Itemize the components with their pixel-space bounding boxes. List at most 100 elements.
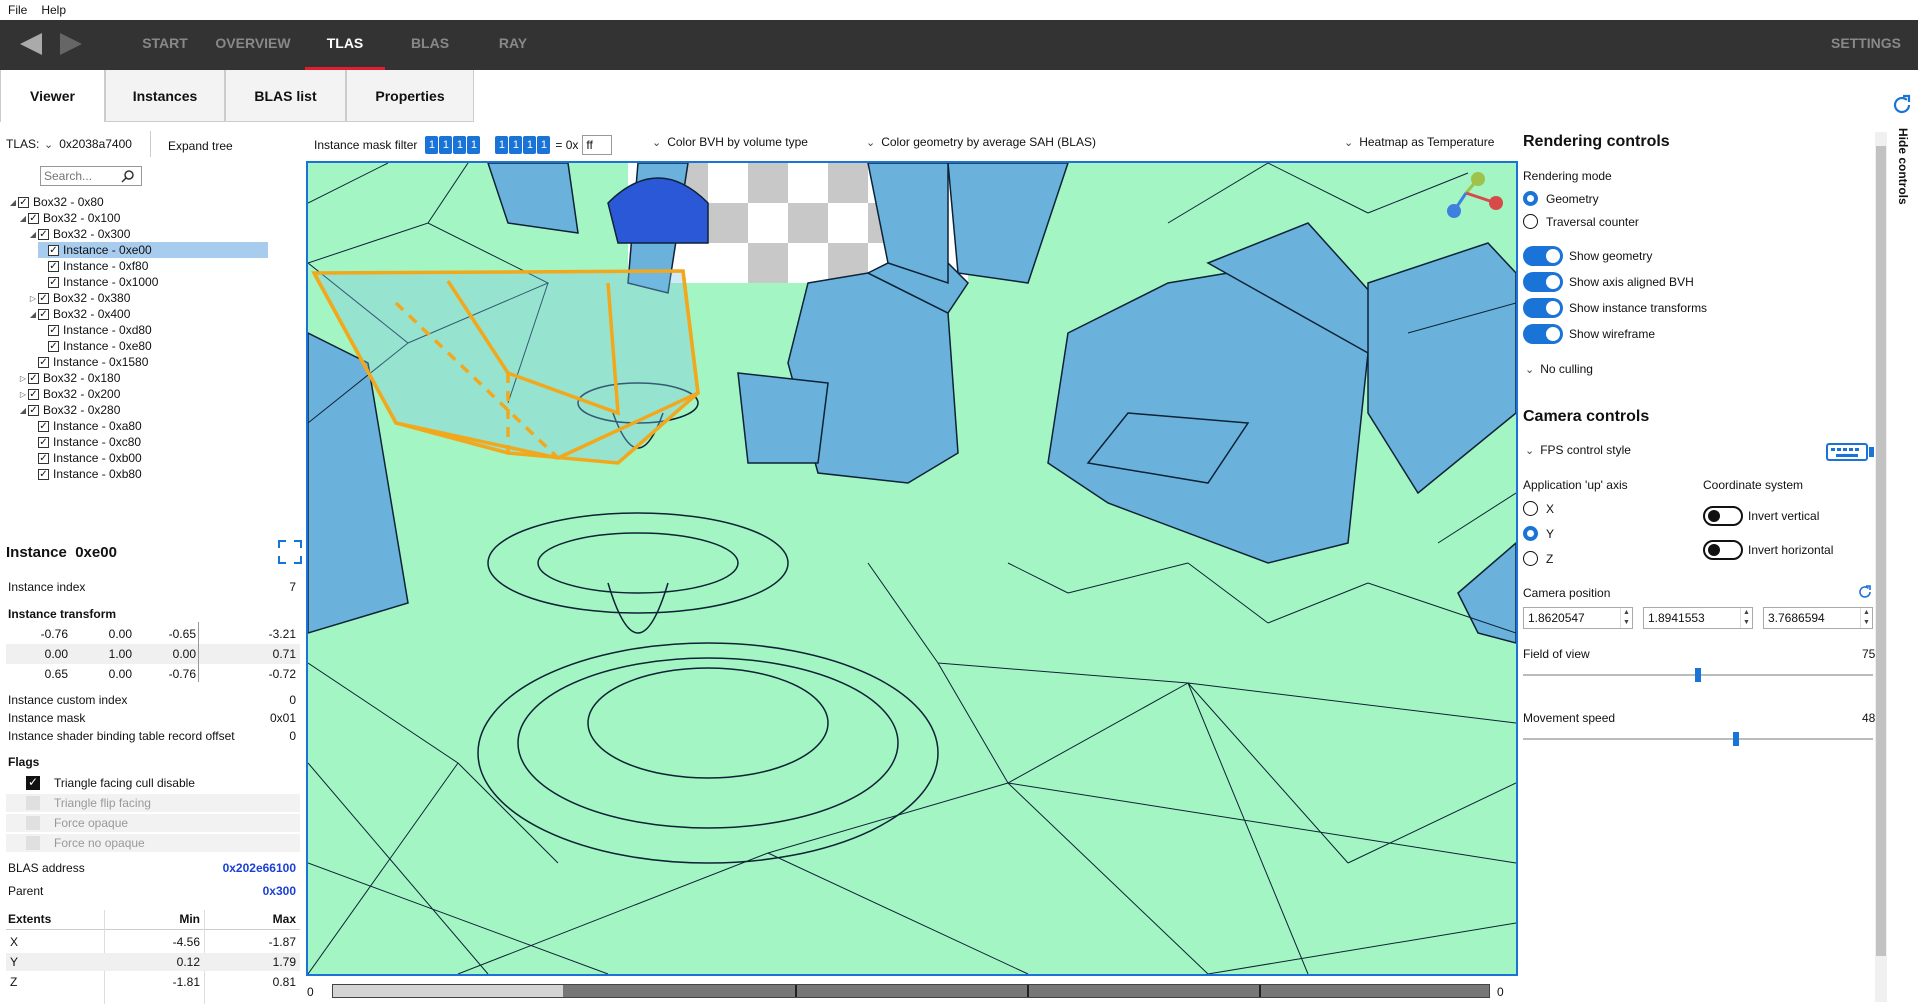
subtab-instances[interactable]: Instances bbox=[105, 70, 225, 122]
invert-vertical-toggle[interactable] bbox=[1703, 506, 1743, 526]
tree-item[interactable]: ◢ ✓ Box32 - 0x300 bbox=[28, 226, 130, 242]
color-bvh-dropdown[interactable]: ⌄ Color BVH by volume type bbox=[652, 135, 808, 149]
mask-bit[interactable]: 1 bbox=[523, 136, 537, 154]
tree-item-checkbox[interactable]: ✓ bbox=[48, 244, 59, 256]
reset-position-icon[interactable] bbox=[1857, 584, 1873, 600]
subtab-properties[interactable]: Properties bbox=[346, 70, 474, 122]
axis-y-radio[interactable] bbox=[1523, 526, 1538, 541]
search-input[interactable] bbox=[41, 169, 121, 183]
tree-item-checkbox[interactable]: ✓ bbox=[28, 212, 39, 224]
speed-slider-track[interactable] bbox=[1523, 738, 1873, 740]
tree-item[interactable]: ◢ ✓ Box32 - 0x280 bbox=[18, 402, 120, 418]
collapse-arrow-icon[interactable]: ▷ bbox=[18, 390, 28, 399]
tree-item-checkbox[interactable]: ✓ bbox=[48, 324, 59, 336]
mask-value-input[interactable]: ff bbox=[582, 135, 613, 155]
focus-instance-icon[interactable] bbox=[277, 539, 303, 565]
camera-position-y[interactable]: 1.8941553 ▲ ▼ bbox=[1643, 607, 1753, 629]
fov-slider-thumb[interactable] bbox=[1695, 668, 1701, 682]
subtab-blas-list[interactable]: BLAS list bbox=[225, 70, 346, 122]
spin-arrows-icon[interactable]: ▲ ▼ bbox=[1860, 608, 1872, 628]
parent-link[interactable]: 0x300 bbox=[263, 884, 296, 898]
control-style-dropdown[interactable]: ⌄ FPS control style bbox=[1525, 443, 1631, 457]
tree-item[interactable]: ✓ Instance - 0xc80 bbox=[28, 434, 141, 450]
hide-controls-button[interactable]: Hide controls bbox=[1892, 128, 1910, 208]
mask-bit[interactable]: 1 bbox=[453, 136, 467, 154]
keyboard-icon[interactable] bbox=[1826, 442, 1874, 462]
tree-item-checkbox[interactable]: ✓ bbox=[38, 308, 49, 320]
tree-item[interactable]: ✓ Instance - 0x1580 bbox=[28, 354, 148, 370]
tree-item-checkbox[interactable]: ✓ bbox=[48, 260, 59, 272]
tree-item-checkbox[interactable]: ✓ bbox=[28, 388, 39, 400]
tree-item-checkbox[interactable]: ✓ bbox=[38, 452, 49, 464]
expand-arrow-icon[interactable]: ◢ bbox=[18, 406, 28, 415]
expand-arrow-icon[interactable]: ◢ bbox=[18, 214, 28, 223]
tree-item[interactable]: ◢ ✓ Box32 - 0x80 bbox=[8, 194, 104, 210]
collapse-arrow-icon[interactable]: ▷ bbox=[18, 374, 28, 383]
show-bvh-toggle[interactable] bbox=[1523, 272, 1563, 292]
mask-bit[interactable]: 1 bbox=[425, 136, 439, 154]
mode-geometry-radio[interactable] bbox=[1523, 191, 1538, 206]
tree-item-checkbox[interactable]: ✓ bbox=[48, 276, 59, 288]
mask-bit[interactable]: 1 bbox=[467, 136, 481, 154]
collapse-arrow-icon[interactable]: ▷ bbox=[28, 294, 38, 303]
refresh-icon[interactable] bbox=[1890, 93, 1914, 117]
color-geometry-dropdown[interactable]: ⌄ Color geometry by average SAH (BLAS) bbox=[866, 135, 1096, 149]
mode-traversal-radio[interactable] bbox=[1523, 214, 1538, 229]
tree-item[interactable]: ✓ Instance - 0x1000 bbox=[38, 274, 158, 290]
flag-row[interactable]: ✓ Triangle facing cull disable bbox=[6, 774, 300, 792]
show-instance-transforms-toggle[interactable] bbox=[1523, 298, 1563, 318]
mask-bit[interactable]: 1 bbox=[495, 136, 509, 154]
heatmap-dropdown[interactable]: ⌄ Heatmap as Temperature bbox=[1344, 135, 1494, 149]
menu-file[interactable]: File bbox=[8, 3, 27, 17]
right-panel-scrollbar[interactable] bbox=[1875, 132, 1887, 1002]
tree-item-checkbox[interactable]: ✓ bbox=[28, 372, 39, 384]
tree-item-checkbox[interactable]: ✓ bbox=[48, 340, 59, 352]
axis-z-radio[interactable] bbox=[1523, 551, 1538, 566]
tree-item[interactable]: ✓ Instance - 0xd80 bbox=[38, 322, 152, 338]
tree-item[interactable]: ▷ ✓ Box32 - 0x180 bbox=[18, 370, 120, 386]
nav-tab-tlas[interactable]: TLAS bbox=[305, 20, 385, 70]
show-wireframe-toggle[interactable] bbox=[1523, 324, 1563, 344]
mask-bit[interactable]: 1 bbox=[509, 136, 523, 154]
tlas-selector[interactable]: ⌄ 0x2038a7400 bbox=[44, 137, 132, 151]
axis-x-radio[interactable] bbox=[1523, 501, 1538, 516]
nav-settings[interactable]: SETTINGS bbox=[1820, 20, 1912, 70]
blas-address-link[interactable]: 0x202e66100 bbox=[223, 861, 296, 875]
nav-tab-overview[interactable]: OVERVIEW bbox=[208, 20, 298, 70]
tree-item[interactable]: ✓ Instance - 0xe00 bbox=[38, 242, 268, 258]
expand-arrow-icon[interactable]: ◢ bbox=[28, 230, 38, 239]
nav-tab-start[interactable]: START bbox=[130, 20, 200, 70]
tree-item-checkbox[interactable]: ✓ bbox=[38, 468, 49, 480]
camera-position-z[interactable]: 3.7686594 ▲ ▼ bbox=[1763, 607, 1873, 629]
timeline-bar[interactable] bbox=[332, 984, 1490, 998]
invert-horizontal-toggle[interactable] bbox=[1703, 540, 1743, 560]
tree-item[interactable]: ✓ Instance - 0xb80 bbox=[28, 466, 142, 482]
tree-item[interactable]: ▷ ✓ Box32 - 0x200 bbox=[18, 386, 120, 402]
3d-viewport[interactable] bbox=[306, 161, 1518, 976]
tree-item-checkbox[interactable]: ✓ bbox=[38, 228, 49, 240]
tree-item[interactable]: ✓ Instance - 0xa80 bbox=[28, 418, 142, 434]
culling-dropdown[interactable]: ⌄ No culling bbox=[1525, 362, 1593, 376]
tree-item[interactable]: ✓ Instance - 0xf80 bbox=[38, 258, 148, 274]
tree-item[interactable]: ✓ Instance - 0xe80 bbox=[38, 338, 152, 354]
forward-arrow-icon[interactable] bbox=[60, 33, 82, 55]
spin-arrows-icon[interactable]: ▲ ▼ bbox=[1620, 608, 1632, 628]
tree-item-checkbox[interactable]: ✓ bbox=[38, 420, 49, 432]
tree-item[interactable]: ◢ ✓ Box32 - 0x100 bbox=[18, 210, 120, 226]
tree-item-checkbox[interactable]: ✓ bbox=[18, 196, 29, 208]
speed-slider-thumb[interactable] bbox=[1733, 732, 1739, 746]
tree-item[interactable]: ▷ ✓ Box32 - 0x380 bbox=[28, 290, 130, 306]
scrollbar-thumb[interactable] bbox=[1876, 146, 1886, 956]
camera-position-x[interactable]: 1.8620547 ▲ ▼ bbox=[1523, 607, 1633, 629]
tree-item-checkbox[interactable]: ✓ bbox=[28, 404, 39, 416]
subtab-viewer[interactable]: Viewer bbox=[0, 70, 105, 122]
expand-tree-button[interactable]: Expand tree bbox=[168, 139, 233, 153]
mask-bit[interactable]: 1 bbox=[537, 136, 551, 154]
nav-tab-ray[interactable]: RAY bbox=[478, 20, 548, 70]
menu-help[interactable]: Help bbox=[41, 3, 66, 17]
spin-arrows-icon[interactable]: ▲ ▼ bbox=[1740, 608, 1752, 628]
tree-item-checkbox[interactable]: ✓ bbox=[38, 292, 49, 304]
tree-item-checkbox[interactable]: ✓ bbox=[38, 436, 49, 448]
tree-item-checkbox[interactable]: ✓ bbox=[38, 356, 49, 368]
expand-arrow-icon[interactable]: ◢ bbox=[28, 310, 38, 319]
